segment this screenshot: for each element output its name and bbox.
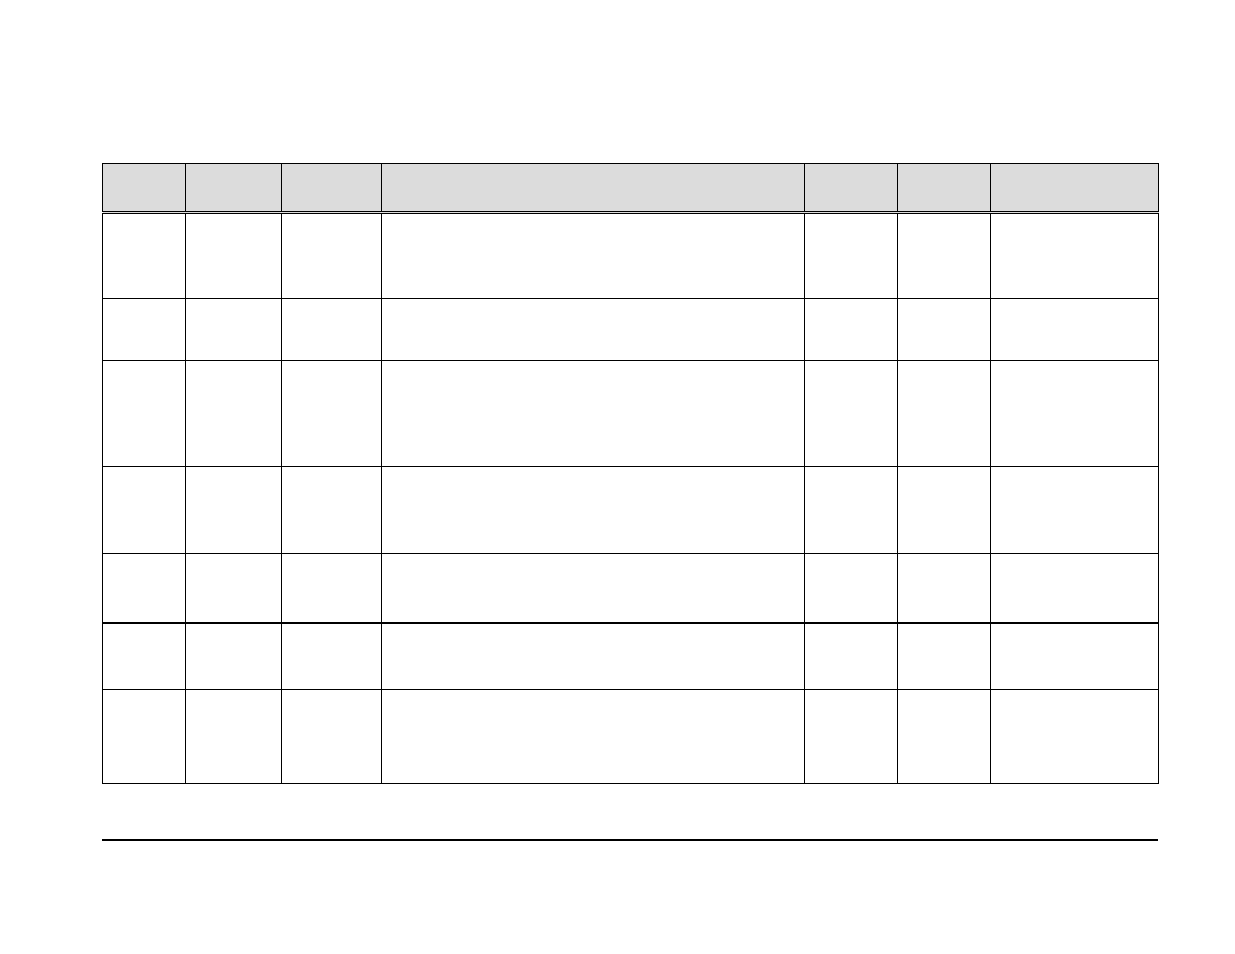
cell bbox=[282, 213, 382, 299]
cell bbox=[103, 623, 186, 690]
cell bbox=[898, 467, 991, 554]
cell bbox=[382, 623, 805, 690]
cell bbox=[991, 467, 1159, 554]
cell bbox=[805, 299, 898, 361]
cell bbox=[186, 623, 282, 690]
cell bbox=[103, 467, 186, 554]
cell bbox=[103, 213, 186, 299]
cell bbox=[898, 623, 991, 690]
col-header-2 bbox=[282, 164, 382, 213]
cell bbox=[991, 623, 1159, 690]
cell bbox=[103, 554, 186, 624]
cell bbox=[898, 213, 991, 299]
cell bbox=[805, 623, 898, 690]
col-header-1 bbox=[186, 164, 282, 213]
col-header-4 bbox=[805, 164, 898, 213]
cell bbox=[991, 213, 1159, 299]
col-header-6 bbox=[991, 164, 1159, 213]
cell bbox=[898, 690, 991, 784]
cell bbox=[382, 467, 805, 554]
table-row bbox=[103, 467, 1159, 554]
cell bbox=[103, 361, 186, 467]
col-header-3 bbox=[382, 164, 805, 213]
cell bbox=[898, 361, 991, 467]
cell bbox=[103, 299, 186, 361]
cell bbox=[186, 554, 282, 624]
cell bbox=[805, 554, 898, 624]
cell bbox=[282, 299, 382, 361]
table-row bbox=[103, 623, 1159, 690]
cell bbox=[991, 554, 1159, 624]
cell bbox=[805, 467, 898, 554]
cell bbox=[805, 690, 898, 784]
cell bbox=[186, 213, 282, 299]
cell bbox=[282, 467, 382, 554]
cell bbox=[991, 361, 1159, 467]
cell bbox=[103, 690, 186, 784]
table-row bbox=[103, 299, 1159, 361]
cell bbox=[186, 361, 282, 467]
cell bbox=[805, 213, 898, 299]
table-row bbox=[103, 361, 1159, 467]
table-row bbox=[103, 690, 1159, 784]
cell bbox=[991, 690, 1159, 784]
cell bbox=[282, 623, 382, 690]
cell bbox=[382, 299, 805, 361]
footer-divider bbox=[102, 839, 1158, 841]
cell bbox=[382, 554, 805, 624]
cell bbox=[382, 361, 805, 467]
data-table bbox=[102, 163, 1159, 784]
col-header-0 bbox=[103, 164, 186, 213]
cell bbox=[282, 690, 382, 784]
cell bbox=[282, 554, 382, 624]
cell bbox=[382, 213, 805, 299]
cell bbox=[186, 299, 282, 361]
cell bbox=[991, 299, 1159, 361]
cell bbox=[186, 467, 282, 554]
table-header-row bbox=[103, 164, 1159, 213]
cell bbox=[898, 554, 991, 624]
cell bbox=[282, 361, 382, 467]
cell bbox=[382, 690, 805, 784]
cell bbox=[898, 299, 991, 361]
table-row bbox=[103, 554, 1159, 624]
cell bbox=[186, 690, 282, 784]
page bbox=[0, 0, 1235, 954]
col-header-5 bbox=[898, 164, 991, 213]
cell bbox=[805, 361, 898, 467]
table-row bbox=[103, 213, 1159, 299]
